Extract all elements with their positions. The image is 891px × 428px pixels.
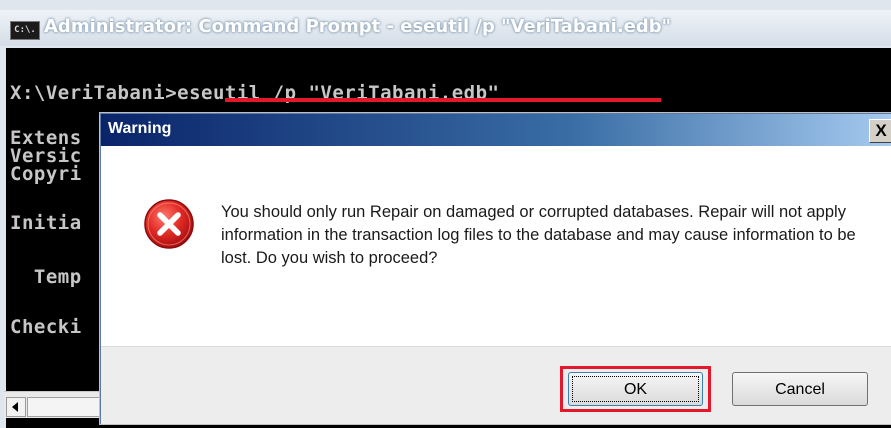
dialog-content: You should only run Repair on damaged or… [101, 146, 891, 346]
close-button[interactable]: X [869, 119, 891, 143]
dialog-message: You should only run Repair on damaged or… [221, 203, 856, 267]
console-line: Initia [10, 212, 82, 234]
console-app-icon[interactable]: C:\. [10, 21, 40, 40]
console-line: Temp [10, 266, 82, 288]
dialog-button-bar: OK Cancel [101, 346, 891, 424]
command-highlight-underline [225, 98, 661, 102]
ok-button[interactable]: OK [568, 372, 703, 406]
error-icon [144, 199, 194, 249]
cancel-button[interactable]: Cancel [732, 372, 868, 406]
warning-dialog: Warning X You should only run Repair on … [100, 113, 891, 424]
dialog-title: Warning [108, 120, 172, 137]
dialog-titlebar[interactable]: Warning X [101, 114, 891, 146]
console-title: Administrator: Command Prompt - eseutil … [44, 16, 672, 37]
console-line: Checki [10, 316, 82, 338]
focus-rectangle [572, 376, 699, 402]
scroll-left-arrow-icon[interactable] [6, 397, 26, 417]
scrollbar-thumb[interactable] [27, 397, 101, 417]
console-line: Copyri [10, 163, 82, 185]
